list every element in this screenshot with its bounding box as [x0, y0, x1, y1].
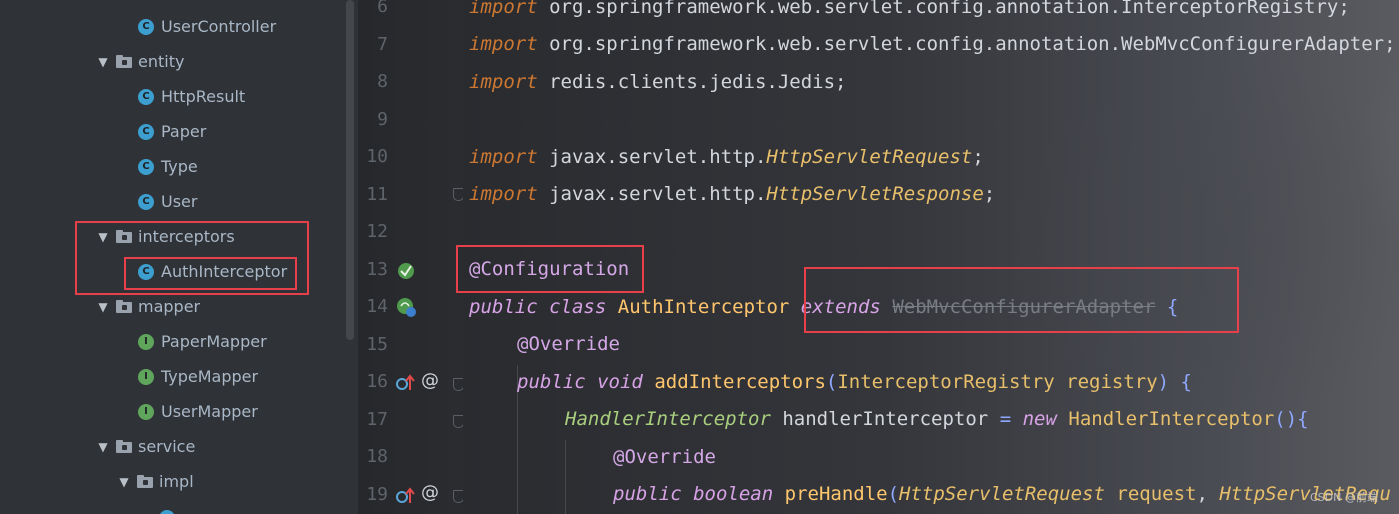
expand-arrow-icon[interactable]: ▼ — [96, 440, 110, 454]
tree-item-label: PaperMapper — [161, 332, 267, 351]
interface-icon: I — [138, 333, 154, 350]
code-line-17[interactable]: HandlerInterceptor handlerInterceptor = … — [565, 408, 1309, 430]
tree-item-label: service — [138, 437, 196, 456]
package-icon — [116, 55, 132, 68]
class-icon: C — [138, 193, 154, 210]
code-line-16[interactable]: public void addInterceptors(InterceptorR… — [517, 371, 1192, 393]
annotation-marker-icon[interactable]: @ — [421, 482, 439, 503]
code-line-10[interactable]: import javax.servlet.http.HttpServletReq… — [469, 146, 984, 168]
line-number: 13 — [366, 259, 388, 280]
tree-item-label: entity — [138, 52, 185, 71]
highlight-box-configuration — [456, 245, 644, 293]
expand-arrow-icon[interactable]: ▼ — [96, 300, 110, 314]
tree-item-label: Type — [161, 157, 198, 176]
tree-item-label: HttpResult — [161, 87, 246, 106]
tree-item-usermapper[interactable]: I UserMapper — [0, 394, 345, 429]
class-icon: C — [138, 88, 154, 105]
tree-item-label: Paper — [161, 122, 207, 141]
watermark: CSDN @前端 — [1310, 491, 1378, 504]
line-number: 11 — [366, 184, 388, 205]
spring-bean-icon[interactable] — [396, 261, 416, 281]
code-line-15[interactable]: @Override — [517, 333, 620, 355]
code-line-6[interactable]: import org.springframework.web.servlet.c… — [469, 0, 1350, 18]
tree-item-entity[interactable]: ▼ entity — [0, 44, 345, 79]
tree-item-service[interactable]: ▼ service — [0, 429, 345, 464]
line-number: 18 — [366, 446, 388, 467]
code-line-18[interactable]: @Override — [613, 446, 716, 468]
class-icon: C — [138, 158, 154, 175]
override-method-icon[interactable] — [396, 374, 416, 392]
expand-arrow-icon[interactable]: ▼ — [96, 55, 110, 69]
code-line-19[interactable]: public boolean preHandle(HttpServletRequ… — [613, 483, 1391, 505]
package-icon — [137, 475, 153, 488]
ide-window: C UserController ▼ entity C HttpResult C… — [0, 0, 1399, 514]
highlight-box-extends — [804, 267, 1239, 333]
line-number: 17 — [366, 409, 388, 430]
code-line-8[interactable]: import redis.clients.jedis.Jedis; — [469, 71, 847, 93]
tree-item-usercontroller[interactable]: C UserController — [0, 9, 345, 44]
tree-item-label: TypeMapper — [161, 367, 259, 386]
class-icon: C — [138, 18, 154, 35]
tree-item-partial — [0, 500, 345, 514]
line-number: 8 — [377, 71, 388, 92]
override-method-icon[interactable] — [396, 487, 416, 505]
tree-item-type[interactable]: C Type — [0, 149, 345, 184]
tree-item-label: impl — [159, 472, 194, 491]
tree-item-paper[interactable]: C Paper — [0, 114, 345, 149]
spring-bean-icon[interactable] — [396, 297, 418, 319]
line-number: 6 — [377, 0, 388, 17]
line-number: 7 — [377, 34, 388, 55]
code-line-11[interactable]: import javax.servlet.http.HttpServletRes… — [469, 183, 995, 205]
tree-item-label: UserController — [161, 17, 277, 36]
interface-icon: I — [138, 368, 154, 385]
tree-item-label: UserMapper — [161, 402, 258, 421]
tree-item-httpresult[interactable]: C HttpResult — [0, 79, 345, 114]
line-number: 12 — [366, 221, 388, 242]
tree-scrollbar[interactable] — [346, 0, 354, 340]
tree-item-label: mapper — [138, 297, 201, 316]
package-icon — [116, 300, 132, 313]
line-number: 15 — [366, 334, 388, 355]
tree-item-user[interactable]: C User — [0, 184, 345, 219]
tree-item-label: User — [161, 192, 198, 211]
tree-item-typemapper[interactable]: I TypeMapper — [0, 359, 345, 394]
line-number: 16 — [366, 371, 388, 392]
package-icon — [116, 440, 132, 453]
line-number: 14 — [366, 296, 388, 317]
code-line-7[interactable]: import org.springframework.web.servlet.c… — [469, 33, 1396, 55]
line-number: 9 — [377, 109, 388, 130]
class-icon — [159, 509, 175, 514]
tree-item-papermapper[interactable]: I PaperMapper — [0, 324, 345, 359]
interface-icon: I — [138, 403, 154, 420]
line-number: 19 — [366, 484, 388, 505]
expand-arrow-icon[interactable]: ▼ — [117, 475, 131, 489]
class-icon: C — [138, 123, 154, 140]
indent-guide — [565, 440, 566, 514]
line-number: 10 — [366, 146, 388, 167]
annotation-marker-icon[interactable]: @ — [421, 370, 439, 391]
highlight-box-authinterceptor — [124, 257, 297, 290]
tree-item-impl[interactable]: ▼ impl — [0, 464, 345, 499]
